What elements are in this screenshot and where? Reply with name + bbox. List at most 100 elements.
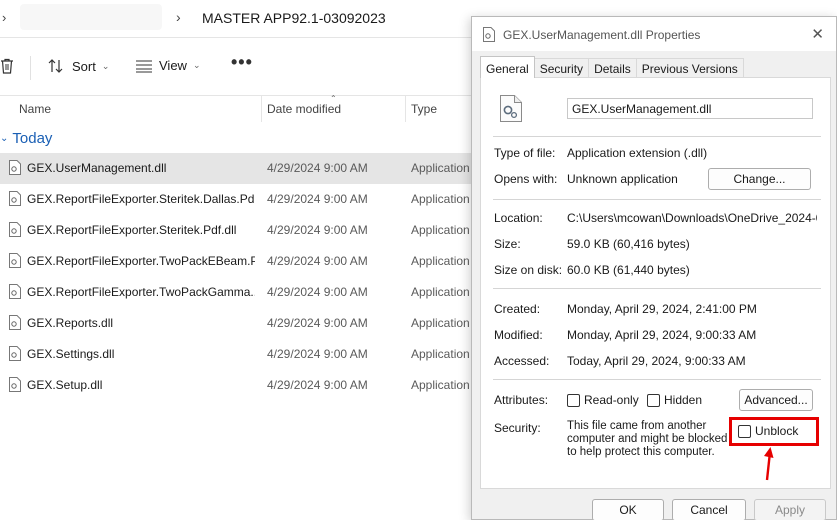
file-type: Application [411, 347, 470, 361]
file-row[interactable]: GEX.UserManagement.dll 4/29/2024 9:00 AM A… [0, 153, 480, 184]
type-of-file-label: Type of file: [494, 146, 556, 160]
sort-button[interactable]: Sort ⌄ [48, 58, 109, 74]
column-divider[interactable] [261, 96, 262, 122]
general-tab-panel: GEX.UserManagement.dll Type of file: App… [480, 77, 831, 489]
accessed-value: Today, April 29, 2024, 9:00:33 AM [567, 354, 746, 368]
chevron-down-icon: ⌄ [101, 60, 110, 71]
trash-icon[interactable] [0, 58, 14, 74]
view-label: View [159, 58, 187, 73]
dialog-title-bar[interactable]: GEX.UserManagement.dll Properties ✕ [472, 17, 836, 51]
file-row[interactable]: GEX.Setup.dll 4/29/2024 9:00 AM Applicatio… [0, 370, 480, 401]
file-date-modified: 4/29/2024 9:00 AM [267, 161, 368, 175]
file-type: Application [411, 316, 470, 330]
checkbox-box[interactable] [567, 393, 580, 407]
file-type: Application [411, 192, 470, 206]
file-type: Application [411, 254, 470, 268]
read-only-checkbox[interactable]: Read-only [567, 393, 639, 407]
modified-value: Monday, April 29, 2024, 9:00:33 AM [567, 328, 757, 342]
tab-details[interactable]: Details [588, 58, 637, 78]
tab-previous-versions[interactable]: Previous Versions [635, 58, 744, 78]
security-warning-text: This file came from another computer and… [567, 420, 728, 458]
dll-file-icon [9, 377, 21, 392]
toolbar-divider [30, 56, 31, 80]
file-type: Application [411, 378, 470, 392]
hidden-checkbox[interactable]: Hidden [647, 393, 702, 407]
file-name-field[interactable]: GEX.UserManagement.dll [567, 98, 813, 119]
size-on-disk-label: Size on disk: [494, 263, 563, 277]
advanced-button[interactable]: Advanced... [739, 389, 813, 411]
file-date-modified: 4/29/2024 9:00 AM [267, 192, 368, 206]
column-divider[interactable] [405, 96, 406, 122]
dll-file-icon [9, 222, 21, 237]
security-label: Security: [494, 421, 541, 435]
divider [493, 379, 821, 380]
dll-file-icon [9, 346, 21, 361]
red-arrow-annotation [764, 447, 774, 481]
dll-file-icon [483, 27, 495, 42]
cancel-button[interactable]: Cancel [672, 499, 746, 520]
dll-file-large-icon [500, 95, 522, 122]
file-name: GEX.Settings.dll [27, 347, 115, 361]
dll-file-icon [9, 253, 21, 268]
dialog-title: GEX.UserManagement.dll Properties [503, 28, 701, 42]
file-type: Application [411, 161, 470, 175]
apply-button[interactable]: Apply [754, 499, 826, 520]
file-date-modified: 4/29/2024 9:00 AM [267, 223, 368, 237]
group-header-today[interactable]: ⌄ Today [0, 130, 52, 147]
opens-with-value: Unknown application [567, 172, 678, 186]
location-label: Location: [494, 211, 543, 225]
file-name: GEX.ReportFileExporter.TwoPackGamma.... [27, 285, 255, 299]
file-row[interactable]: GEX.Reports.dll 4/29/2024 9:00 AM Applicat… [0, 308, 480, 339]
file-type: Application [411, 223, 470, 237]
column-type[interactable]: Type [411, 102, 437, 116]
chevron-down-icon: ⌄ [192, 60, 201, 70]
view-button[interactable]: View ⌄ [135, 58, 201, 73]
accessed-label: Accessed: [494, 354, 550, 368]
file-name: GEX.UserManagement.dll [27, 161, 167, 175]
checkbox-box[interactable] [647, 393, 660, 407]
dll-file-icon [9, 191, 21, 206]
dll-file-icon [9, 315, 21, 330]
divider [493, 199, 821, 200]
unblock-checkbox[interactable]: Unblock [738, 424, 798, 438]
ok-button[interactable]: OK [592, 499, 664, 520]
more-options-button[interactable]: ••• [231, 52, 253, 73]
file-row[interactable]: GEX.ReportFileExporter.Steritek.Dallas.P… [0, 184, 480, 215]
size-value: 59.0 KB (60,416 bytes) [567, 237, 690, 251]
modified-label: Modified: [494, 328, 543, 342]
chevron-right-icon[interactable]: › [176, 9, 181, 25]
created-label: Created: [494, 302, 541, 316]
file-list: GEX.UserManagement.dll 4/29/2024 9:00 AM A… [0, 153, 480, 401]
file-name: GEX.Reports.dll [27, 316, 114, 330]
file-date-modified: 4/29/2024 9:00 AM [267, 316, 368, 330]
created-value: Monday, April 29, 2024, 2:41:00 PM [567, 302, 757, 316]
file-row[interactable]: GEX.ReportFileExporter.Steritek.Pdf.dll 4… [0, 215, 480, 246]
address-segment[interactable] [20, 4, 162, 30]
view-list-icon [136, 59, 152, 73]
chevron-right-icon[interactable]: › [2, 10, 6, 25]
close-button[interactable]: ✕ [811, 25, 824, 43]
chevron-down-icon[interactable]: ⌄ [0, 133, 8, 144]
properties-dialog: GEX.UserManagement.dll Properties ✕ Gene… [471, 16, 837, 520]
file-date-modified: 4/29/2024 9:00 AM [267, 254, 368, 268]
breadcrumb-current-folder[interactable]: MASTER APP92.1-03092023 [202, 10, 386, 26]
divider [493, 136, 821, 137]
file-date-modified: 4/29/2024 9:00 AM [267, 285, 368, 299]
file-name: GEX.ReportFileExporter.Steritek.Dallas.P… [27, 192, 255, 206]
file-date-modified: 4/29/2024 9:00 AM [267, 378, 368, 392]
file-row[interactable]: GEX.ReportFileExporter.TwoPackGamma.... 4… [0, 277, 480, 308]
read-only-label: Read-only [584, 393, 639, 407]
dll-file-icon [9, 284, 21, 299]
file-name: GEX.ReportFileExporter.TwoPackEBeam.P... [27, 254, 255, 268]
tab-general[interactable]: General [480, 56, 535, 78]
sort-icon [48, 59, 63, 73]
file-row[interactable]: GEX.ReportFileExporter.TwoPackEBeam.P...… [0, 246, 480, 277]
checkbox-box[interactable] [738, 424, 751, 438]
tab-security[interactable]: Security [533, 58, 590, 78]
file-row[interactable]: GEX.Settings.dll 4/29/2024 9:00 AM Applica… [0, 339, 480, 370]
change-button[interactable]: Change... [708, 168, 811, 190]
size-label: Size: [494, 237, 521, 251]
unblock-label: Unblock [755, 424, 799, 438]
column-date-modified[interactable]: Date modified [267, 102, 341, 116]
column-name[interactable]: Name [19, 102, 51, 116]
